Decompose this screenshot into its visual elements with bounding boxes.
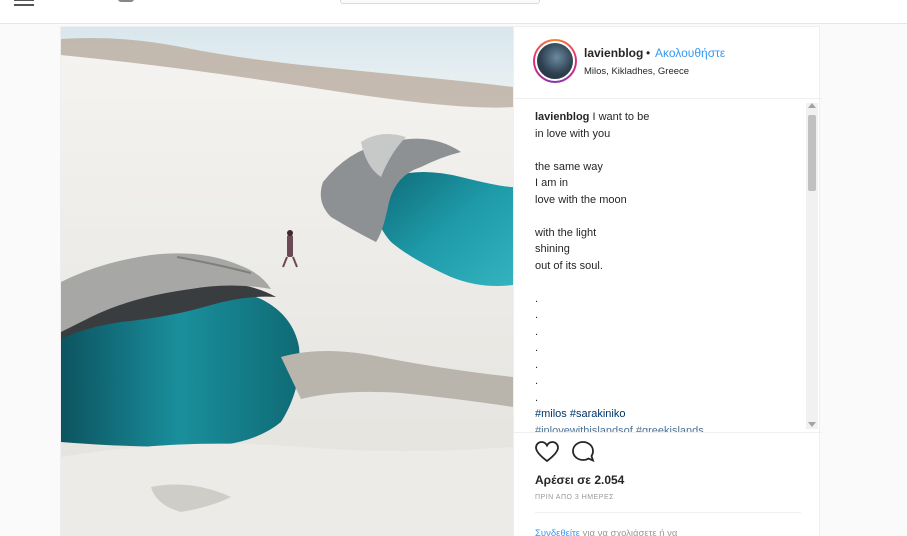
hashtags[interactable]: #milos #sarakiniko [535,406,805,423]
login-prompt: Συνδεθείτε για να σχολιάσετε ή να [535,528,677,536]
comment-button[interactable] [570,439,596,465]
caption-line [535,142,805,159]
caption-line: out of its soul. [535,259,603,272]
hamburger-menu-icon[interactable] [14,0,34,6]
avatar[interactable] [533,39,577,83]
post-header: lavienblog • Ακολουθήστε Milos, Kikladhe… [514,27,822,99]
caption-line: shining [535,243,570,255]
caption-line: . [535,292,539,305]
post-timestamp: ΠΡΙΝ ΑΠΟ 3 ΗΜΕΡΕΣ [535,494,614,501]
caption-line: in love with you [535,127,611,140]
caption-line: with the light [535,226,597,239]
caption-author[interactable]: lavienblog [535,111,589,123]
heart-outline-icon [535,441,559,463]
caption-line: . [535,309,539,321]
caption-scroll-area[interactable]: lavienblog I want to be in love with you… [514,99,822,433]
speech-bubble-icon [572,441,595,463]
separator-dot: • [646,46,651,60]
scroll-up-arrow-icon[interactable] [808,103,816,108]
like-button[interactable] [534,439,560,465]
post-side-panel: lavienblog • Ακολουθήστε Milos, Kikladhe… [513,27,822,536]
login-link[interactable]: Συνδεθείτε [535,528,580,536]
caption-line: love with the moon [535,193,627,206]
caption-scrollbar[interactable] [806,103,818,429]
caption-line [535,274,805,291]
location-link[interactable]: Milos, Kikladhes, Greece [584,66,689,77]
caption-line: . [535,325,539,338]
caption-lines: in love with you the same way I am in love … [535,126,805,407]
login-prompt-text: για να σχολιάσετε ή να [582,528,678,536]
post-card: lavienblog • Ακολουθήστε Milos, Kikladhe… [60,26,822,536]
caption-first-line: I want to be [592,111,650,123]
caption-line: . [535,391,539,404]
divider [535,512,801,513]
caption-line: . [535,375,539,387]
caption-line: I am in [535,177,569,189]
photo-illustration [61,27,513,536]
scroll-thumb[interactable] [808,115,816,191]
follow-button[interactable]: Ακολουθήστε [655,46,725,60]
caption-line: . [535,342,539,354]
hashtags-cut[interactable]: #inlovewithislandsof #greekislands [535,423,805,433]
caption-line: the same way [535,160,603,173]
instagram-logo-icon[interactable] [118,0,134,2]
search-input[interactable] [340,0,540,4]
caption-line [535,208,805,225]
caption-line: . [535,358,539,371]
top-navigation-bar [0,0,907,24]
post-photo[interactable] [61,27,513,536]
caption-text: lavienblog I want to be in love with you… [535,109,805,433]
username-link[interactable]: lavienblog [584,46,643,60]
likes-count[interactable]: Αρέσει σε 2.054 [535,473,624,487]
scroll-down-arrow-icon[interactable] [808,422,816,427]
